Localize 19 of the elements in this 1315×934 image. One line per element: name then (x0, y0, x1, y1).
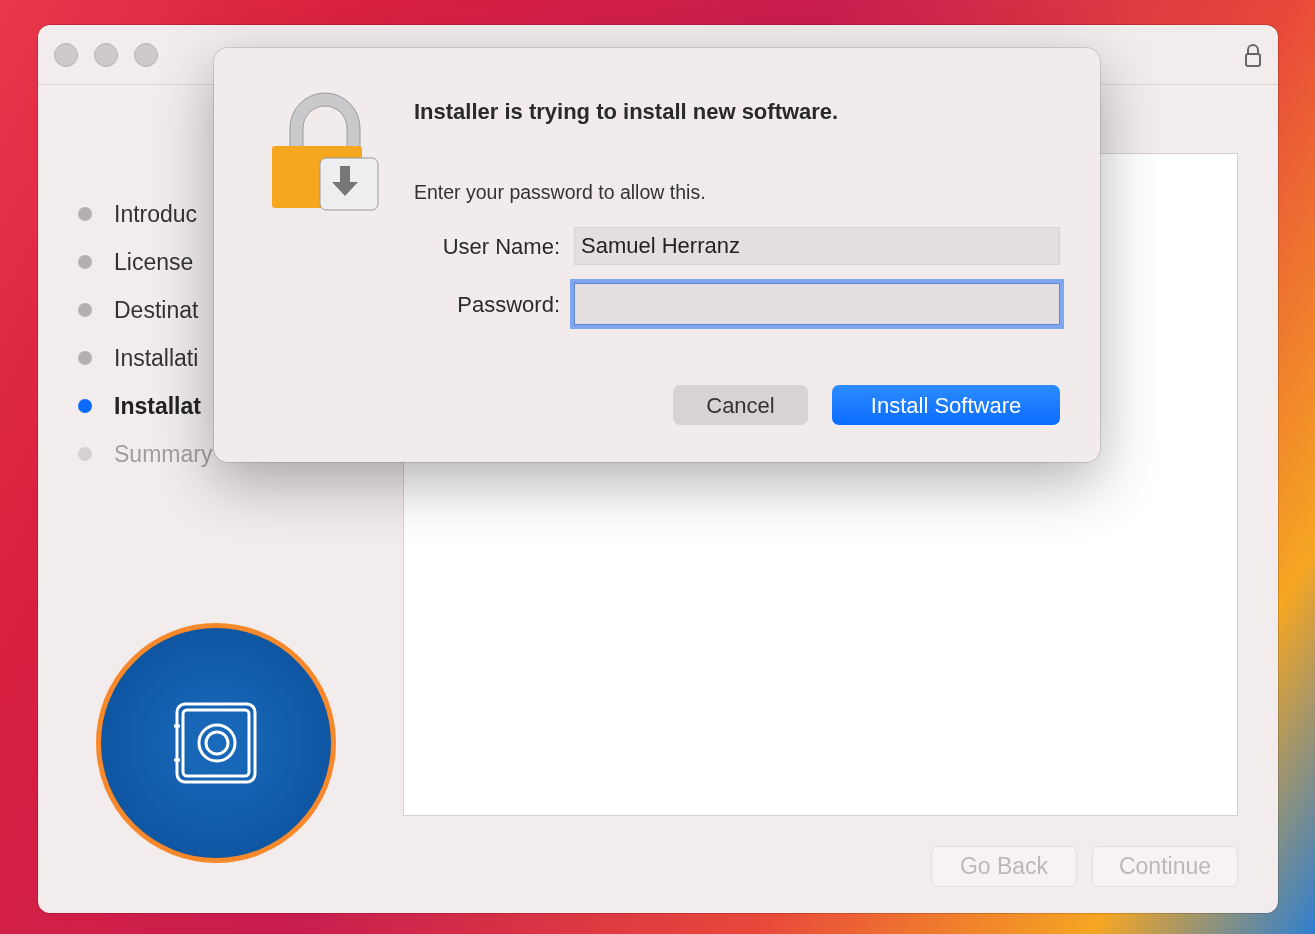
install-button[interactable]: Install Software (832, 385, 1060, 426)
minimize-button[interactable] (94, 42, 118, 67)
dialog-title: Installer is trying to install new software. (414, 98, 840, 126)
field-label: Password: (456, 290, 560, 319)
padlock-icon[interactable] (1244, 42, 1262, 67)
padlock-icon (270, 90, 380, 212)
step-label: Introduc (114, 199, 198, 229)
safe-icon (173, 700, 259, 786)
user-name-field[interactable]: Samuel Herranz (574, 227, 1060, 266)
step-label: Installat (114, 391, 201, 421)
step-label: Summary (114, 439, 213, 469)
step-label: License (114, 247, 194, 277)
step-label: Installati (114, 343, 199, 373)
dialog-message: Enter your password to allow this. (414, 180, 707, 205)
zoom-button[interactable] (134, 42, 158, 67)
cancel-button[interactable]: Cancel (673, 385, 808, 426)
close-button[interactable] (54, 42, 78, 67)
step-label: Destinat (114, 295, 199, 325)
field-label: User Name: (441, 232, 560, 261)
